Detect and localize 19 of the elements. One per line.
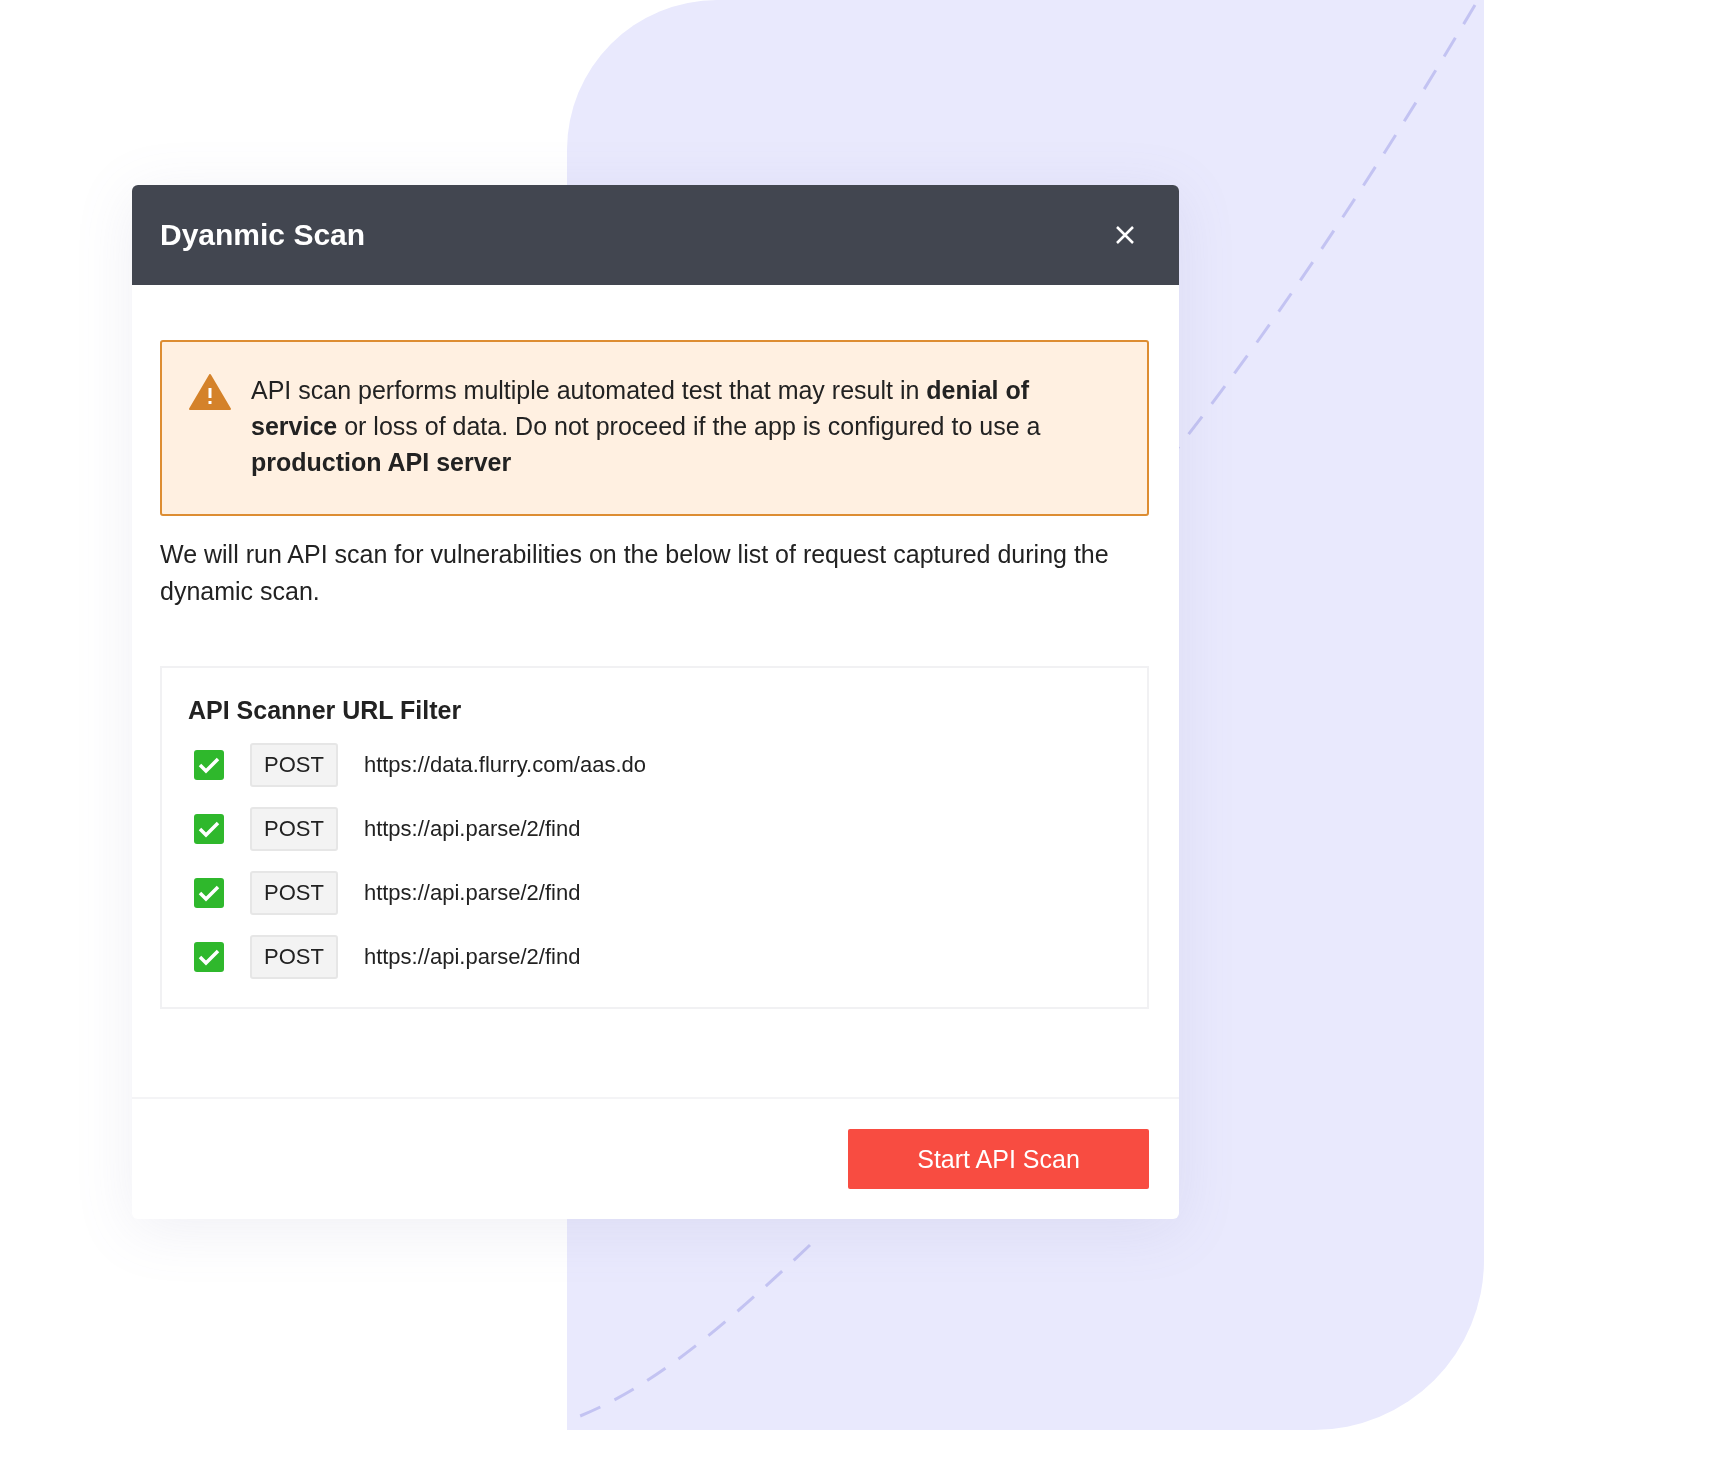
dialog-title: Dyanmic Scan (160, 218, 366, 252)
start-scan-button[interactable]: Start API Scan (848, 1129, 1149, 1189)
checkbox[interactable] (194, 942, 224, 972)
method-tag: POST (250, 743, 338, 787)
method-tag: POST (250, 807, 338, 851)
method-tag: POST (250, 935, 338, 979)
checkbox[interactable] (194, 878, 224, 908)
checkbox[interactable] (194, 750, 224, 780)
request-url: https://api.parse/2/find (363, 880, 581, 906)
filter-title: API Scanner URL Filter (188, 696, 463, 725)
request-url: https://data.flurry.com/aas.do (363, 752, 646, 778)
request-url: https://api.parse/2/find (363, 816, 581, 842)
description-text: We will run API scan for vulnerabilities on the below list of request captured during the dynamic scan. (160, 539, 1110, 607)
checkbox[interactable] (194, 814, 224, 844)
method-tag: POST (250, 871, 338, 915)
request-url: https://api.parse/2/find (363, 944, 581, 970)
close-icon (1115, 225, 1135, 245)
warning-icon (189, 374, 231, 410)
warning-text: API scan performs multiple automated test that may result in denial of service or loss of data. Do not proceed if the app is configured to use a production API server (251, 375, 1042, 478)
